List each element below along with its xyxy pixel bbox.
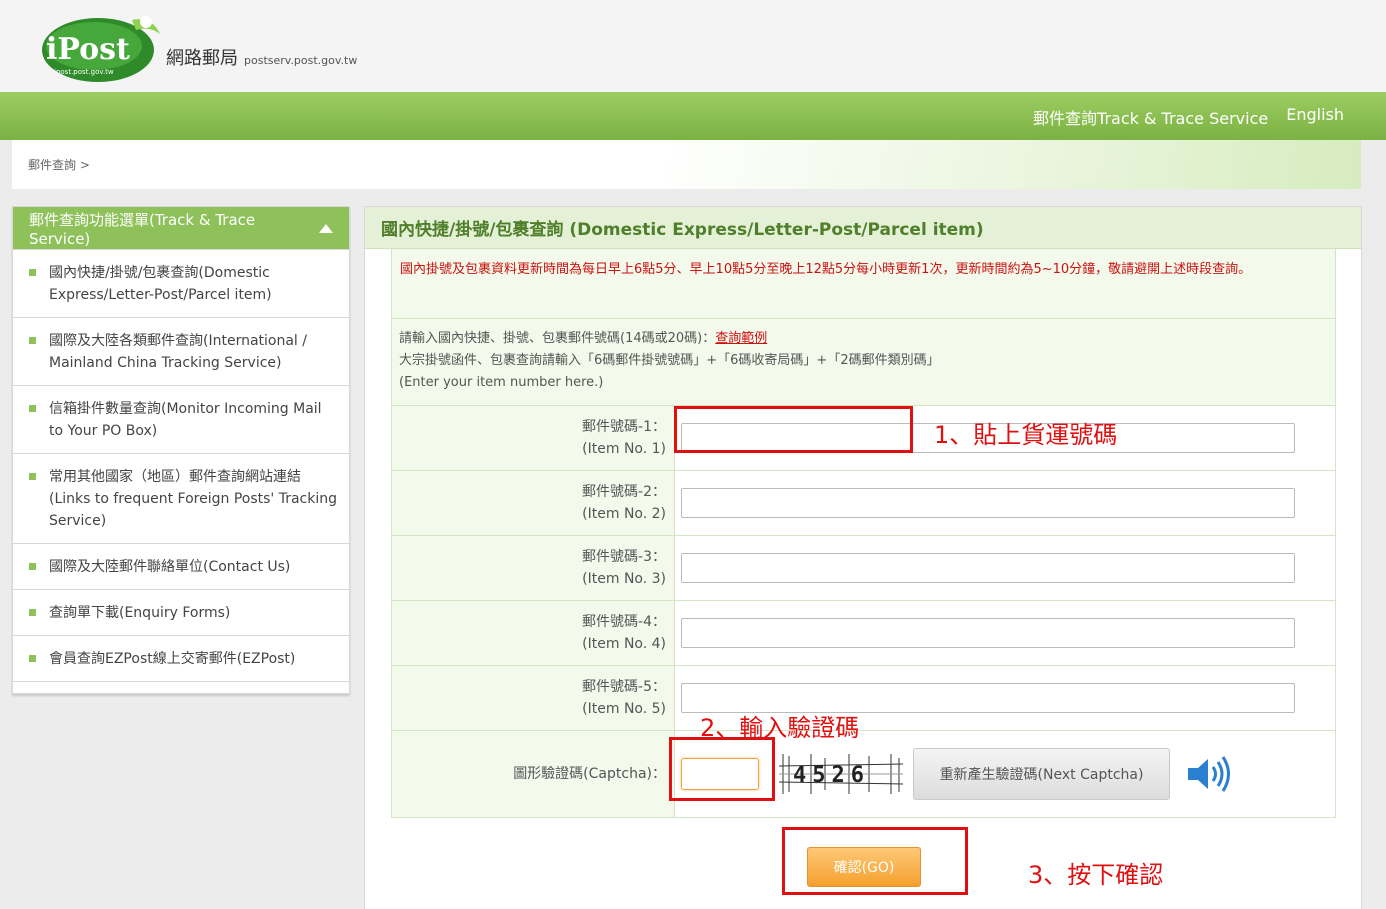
nav-english[interactable]: English xyxy=(1286,105,1344,129)
item-number-form: 郵件號碼-1： (Item No. 1) 郵件號碼-2： (Item No. 2… xyxy=(391,405,1336,818)
item-number-input-3[interactable] xyxy=(681,553,1295,583)
item-row-2: 郵件號碼-2： (Item No. 2) xyxy=(391,470,1336,536)
sidebar-item-international[interactable]: 國際及大陸各類郵件查詢(International / Mainland Chi… xyxy=(13,317,349,385)
annotation-box-step2 xyxy=(669,737,775,801)
sidebar-item-foreign-links[interactable]: 常用其他國家（地區）郵件查詢網站連結(Links to frequent For… xyxy=(13,453,349,543)
annotation-box-step3 xyxy=(782,827,968,895)
sidebar-item-ezpost[interactable]: 會員查詢EZPost線上交寄郵件(EZPost) xyxy=(13,635,349,681)
item-label-5: 郵件號碼-5： (Item No. 5) xyxy=(391,665,675,731)
bullet-icon xyxy=(29,405,36,412)
sidebar-footer xyxy=(13,681,349,693)
item-label-en: (Item No. 3) xyxy=(582,571,666,587)
site-domain: postserv.post.gov.tw xyxy=(244,54,358,67)
sidebar-item-label: 國內快捷/掛號/包裹查詢(Domestic Express/Letter-Pos… xyxy=(49,265,272,303)
item-row-3: 郵件號碼-3： (Item No. 3) xyxy=(391,535,1336,601)
logo-text: iPost xyxy=(46,32,130,67)
captcha-label: 圖形驗證碼(Captcha)： xyxy=(391,730,675,818)
item-label-1: 郵件號碼-1： (Item No. 1) xyxy=(391,405,675,471)
sidebar-item-label: 常用其他國家（地區）郵件查詢網站連結(Links to frequent For… xyxy=(49,469,338,529)
bullet-icon xyxy=(29,337,36,344)
item-row-4: 郵件號碼-4： (Item No. 4) xyxy=(391,600,1336,666)
bullet-icon xyxy=(29,269,36,276)
item-label-en: (Item No. 2) xyxy=(582,506,666,522)
item-label-cn: 郵件號碼-3： xyxy=(582,549,666,565)
speaker-icon[interactable] xyxy=(1186,754,1230,794)
item-input-cell-3 xyxy=(674,535,1336,601)
item-input-cell-2 xyxy=(674,470,1336,536)
main-panel: 國內快捷/掛號/包裹查詢 (Domestic Express/Letter-Po… xyxy=(364,206,1362,909)
decorative-swoosh xyxy=(661,140,1361,189)
bullet-icon xyxy=(29,473,36,480)
item-label-2: 郵件號碼-2： (Item No. 2) xyxy=(391,470,675,536)
instr-line-2: 大宗掛號函件、包裹查詢請輸入「6碼郵件掛號號碼」+「6碼收寄局碼」+「2碼郵件類… xyxy=(399,353,940,368)
captcha-image: 4526 xyxy=(779,752,903,796)
item-label-cn: 郵件號碼-4： xyxy=(582,614,666,630)
update-notice: 國內掛號及包裹資料更新時間為每日早上6點5分、早上10點5分至晚上12點5分每小… xyxy=(391,249,1336,319)
page-title: 國內快捷/掛號/包裹查詢 (Domestic Express/Letter-Po… xyxy=(365,207,1361,249)
item-label-en: (Item No. 5) xyxy=(582,701,666,717)
item-number-input-2[interactable] xyxy=(681,488,1295,518)
item-label-4: 郵件號碼-4： (Item No. 4) xyxy=(391,600,675,666)
instr-line-3: (Enter your item number here.) xyxy=(399,375,604,390)
site-name: 網路郵局 postserv.post.gov.tw xyxy=(166,44,357,70)
sidebar-header[interactable]: 郵件查詢功能選單(Track & Trace Service) xyxy=(13,207,349,249)
sidebar-menu: 郵件查詢功能選單(Track & Trace Service) 國內快捷/掛號/… xyxy=(12,206,350,694)
item-row-5: 郵件號碼-5： (Item No. 5) xyxy=(391,665,1336,731)
item-label-cn: 郵件號碼-2： xyxy=(582,484,666,500)
item-label-en: (Item No. 1) xyxy=(582,441,666,457)
item-input-cell-4 xyxy=(674,600,1336,666)
item-label-en: (Item No. 4) xyxy=(582,636,666,652)
captcha-code: 4526 xyxy=(793,763,870,788)
sidebar-item-label: 國際及大陸郵件聯絡單位(Contact Us) xyxy=(49,559,291,575)
sidebar-item-po-box[interactable]: 信箱掛件數量查詢(Monitor Incoming Mail to Your P… xyxy=(13,385,349,453)
nav-track-trace[interactable]: 郵件查詢Track & Trace Service xyxy=(1033,105,1268,129)
instr-text-1: 請輸入國內快捷、掛號、包裹郵件號碼(14碼或20碼)： xyxy=(399,331,716,346)
annotation-step1: 1、貼上貨運號碼 xyxy=(934,421,1118,449)
site-name-cn: 網路郵局 xyxy=(166,48,238,69)
instr-line-1: 請輸入國內快捷、掛號、包裹郵件號碼(14碼或20碼)：查詢範例 xyxy=(399,328,1327,350)
instructions: 請輸入國內快捷、掛號、包裹郵件號碼(14碼或20碼)：查詢範例 大宗掛號函件、包… xyxy=(391,319,1336,406)
item-label-cn: 郵件號碼-1： xyxy=(582,419,666,435)
captcha-row: 圖形驗證碼(Captcha)： 4526 重新產生驗證碼(Next Captch… xyxy=(391,730,1336,818)
item-label-3: 郵件號碼-3： (Item No. 3) xyxy=(391,535,675,601)
bullet-icon xyxy=(29,655,36,662)
sidebar-item-contact[interactable]: 國際及大陸郵件聯絡單位(Contact Us) xyxy=(13,543,349,589)
next-captcha-button[interactable]: 重新產生驗證碼(Next Captcha) xyxy=(913,748,1170,800)
bullet-icon xyxy=(29,563,36,570)
sidebar-item-domestic[interactable]: 國內快捷/掛號/包裹查詢(Domestic Express/Letter-Pos… xyxy=(13,249,349,317)
logo-url-small: ipost.post.gov.tw xyxy=(54,68,114,76)
sidebar-item-forms[interactable]: 查詢單下載(Enquiry Forms) xyxy=(13,589,349,635)
top-nav: 郵件查詢Track & Trace Service English xyxy=(1033,105,1344,129)
example-link[interactable]: 查詢範例 xyxy=(715,331,767,346)
sidebar-item-label: 查詢單下載(Enquiry Forms) xyxy=(49,605,231,621)
breadcrumb[interactable]: 郵件查詢 > xyxy=(28,156,90,173)
item-number-input-4[interactable] xyxy=(681,618,1295,648)
breadcrumb-bar: 郵件查詢 > xyxy=(12,140,1361,189)
sidebar-title: 郵件查詢功能選單(Track & Trace Service) xyxy=(29,210,256,248)
item-label-cn: 郵件號碼-5： xyxy=(582,679,666,695)
sidebar-item-label: 信箱掛件數量查詢(Monitor Incoming Mail to Your P… xyxy=(49,401,322,439)
ipost-logo[interactable]: iPost ipost.post.gov.tw xyxy=(40,12,164,82)
bullet-icon xyxy=(29,609,36,616)
sidebar-item-label: 會員查詢EZPost線上交寄郵件(EZPost) xyxy=(49,651,296,667)
site-header: iPost ipost.post.gov.tw 網路郵局 postserv.po… xyxy=(0,0,1386,92)
collapse-triangle-icon[interactable] xyxy=(319,223,333,233)
annotation-step3: 3、按下確認 xyxy=(1028,861,1164,889)
sidebar-item-label: 國際及大陸各類郵件查詢(International / Mainland Chi… xyxy=(49,333,307,371)
annotation-box-step1 xyxy=(674,406,913,453)
